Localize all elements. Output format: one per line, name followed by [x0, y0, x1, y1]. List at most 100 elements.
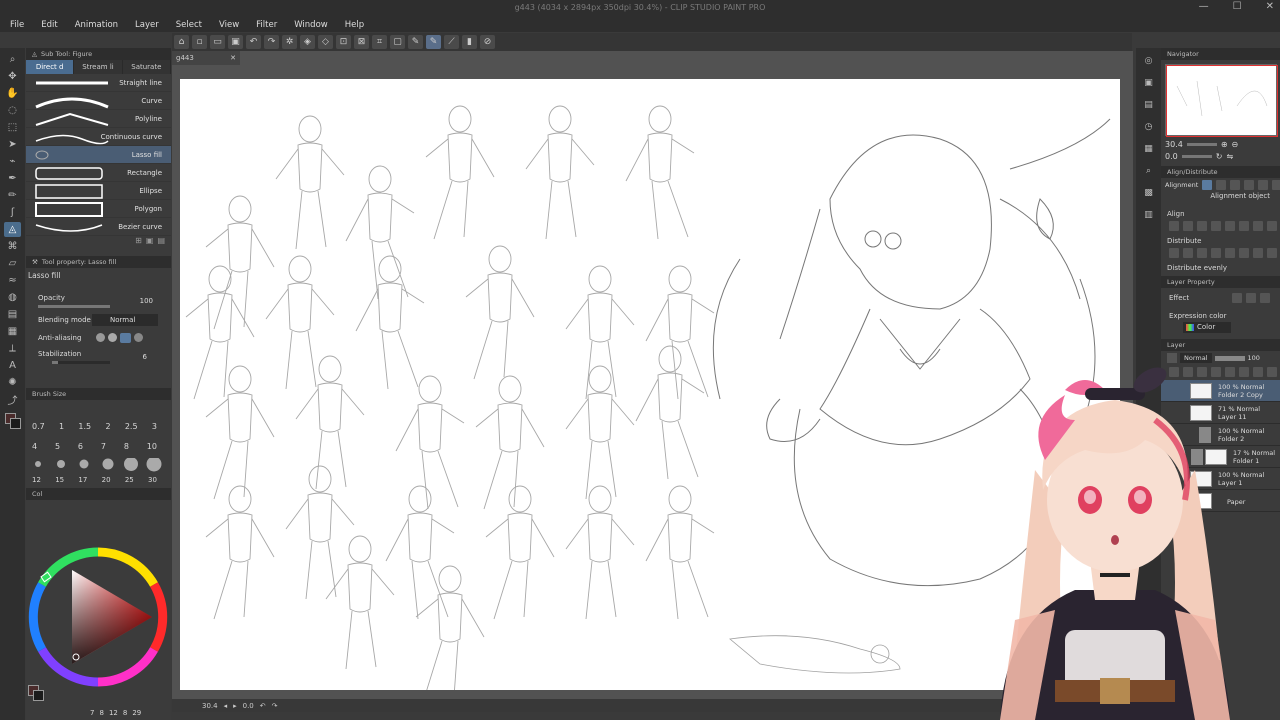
menu-help[interactable]: Help: [345, 20, 364, 30]
zoom-in-nav-icon[interactable]: ⊕: [1221, 140, 1228, 149]
close-tab-icon[interactable]: ✕: [230, 54, 236, 62]
select-all-icon[interactable]: ▢: [390, 35, 405, 49]
opacity-slider[interactable]: [38, 305, 110, 308]
menu-select[interactable]: Select: [176, 20, 202, 30]
brush-curve[interactable]: Curve: [26, 92, 171, 110]
brush-polyline[interactable]: Polyline: [26, 110, 171, 128]
maximize-icon[interactable]: ☐: [1233, 1, 1242, 12]
tab-direct-draw[interactable]: Direct d: [26, 60, 75, 74]
correct-line-icon[interactable]: ⤴: [4, 392, 21, 407]
alignment-object[interactable]: Alignment object: [1161, 192, 1280, 200]
open-file-icon[interactable]: ▭: [210, 35, 225, 49]
expression-color-select[interactable]: Color: [1183, 322, 1231, 333]
menu-layer[interactable]: Layer: [135, 20, 159, 30]
rotation-value[interactable]: 0.0: [243, 702, 254, 710]
stabilization-slider[interactable]: [52, 361, 110, 364]
brush-ellipse[interactable]: Ellipse: [26, 182, 171, 200]
snap-ruler-icon[interactable]: ✎: [426, 35, 441, 49]
rotate-left-icon[interactable]: ↶: [260, 702, 266, 710]
document-tab[interactable]: g443 ✕: [172, 51, 240, 65]
color-wheel[interactable]: [26, 540, 171, 690]
eyedropper-icon[interactable]: ⌁: [4, 154, 21, 169]
zoom-out-icon[interactable]: ◂: [224, 702, 228, 710]
zoom-value[interactable]: 30.4: [202, 702, 218, 710]
layer-search-icon[interactable]: ▩: [1141, 186, 1157, 200]
assets-icon[interactable]: ⊘: [480, 35, 495, 49]
rotate-nav-icon[interactable]: ↻: [1216, 152, 1223, 161]
text-icon[interactable]: A: [4, 358, 21, 373]
eraser-icon[interactable]: ▱: [4, 256, 21, 271]
close-icon[interactable]: ✕: [1266, 1, 1274, 12]
navigator-zoom-slider[interactable]: [1186, 142, 1217, 146]
settings-icon[interactable]: ✲: [282, 35, 297, 49]
snap-grid-icon[interactable]: ⟋: [444, 35, 459, 49]
crop-icon[interactable]: ⌗: [372, 35, 387, 49]
layer-opacity-value[interactable]: 100: [1248, 354, 1260, 362]
pen-snap-icon[interactable]: ✎: [408, 35, 423, 49]
aa-none-icon[interactable]: [96, 333, 105, 342]
save-icon[interactable]: ▣: [228, 35, 243, 49]
info-icon[interactable]: ▤: [1141, 98, 1157, 112]
fill-tool-icon[interactable]: ◍: [4, 290, 21, 305]
zoom-out-nav-icon[interactable]: ⊖: [1232, 140, 1239, 149]
zoom-in-icon[interactable]: ▸: [233, 702, 237, 710]
brush-straight-line[interactable]: Straight line: [26, 74, 171, 92]
distribute-buttons[interactable]: [1161, 248, 1280, 258]
blend-icon[interactable]: ≈: [4, 273, 21, 288]
deselect-icon[interactable]: ⊠: [354, 35, 369, 49]
drawing-canvas[interactable]: [180, 79, 1120, 690]
brush-lasso-fill[interactable]: Lasso fill: [26, 146, 171, 164]
brush-continuous-curve[interactable]: Continuous curve: [26, 128, 171, 146]
new-file-icon[interactable]: ▫: [192, 35, 207, 49]
transform-icon[interactable]: ⊡: [336, 35, 351, 49]
brush-bezier-curve[interactable]: Bezier curve: [26, 218, 171, 236]
gradient-icon[interactable]: ▤: [4, 307, 21, 322]
color-swatch-pair[interactable]: [28, 685, 44, 701]
move-icon[interactable]: ✥: [4, 69, 21, 84]
sub-view-icon[interactable]: ▣: [1141, 76, 1157, 90]
settings-subtool-icon[interactable]: ▣: [146, 236, 154, 248]
operation-icon[interactable]: ➤: [4, 137, 21, 152]
tab-saturate[interactable]: Saturate: [123, 60, 171, 74]
undo-icon[interactable]: ↶: [246, 35, 261, 49]
rotate-right-icon[interactable]: ↷: [272, 702, 278, 710]
menu-window[interactable]: Window: [294, 20, 328, 30]
brush-polygon[interactable]: Polygon: [26, 200, 171, 218]
menu-animation[interactable]: Animation: [75, 20, 118, 30]
align-buttons[interactable]: [1161, 221, 1280, 231]
search-icon[interactable]: ⌕: [1141, 164, 1157, 178]
aa-weak-icon[interactable]: [108, 333, 117, 342]
frame-icon[interactable]: ▦: [4, 324, 21, 339]
navigator-angle[interactable]: 0.0: [1165, 152, 1178, 161]
navigator-angle-slider[interactable]: [1181, 154, 1212, 158]
menu-filter[interactable]: Filter: [256, 20, 277, 30]
opacity-value[interactable]: 100: [140, 297, 153, 305]
navigator-preview[interactable]: [1165, 64, 1278, 137]
home-icon[interactable]: ⌂: [174, 35, 189, 49]
animation-icon[interactable]: ▥: [1141, 208, 1157, 222]
pen-icon[interactable]: ✒: [4, 171, 21, 186]
navigator-icon[interactable]: ◎: [1141, 54, 1157, 68]
minimize-icon[interactable]: —: [1199, 1, 1209, 12]
selection-icon[interactable]: ⬚: [4, 120, 21, 135]
brush-icon[interactable]: ʃ: [4, 205, 21, 220]
main-sub-color[interactable]: [4, 413, 21, 429]
lasso-icon[interactable]: ◌: [4, 103, 21, 118]
menu-edit[interactable]: Edit: [41, 20, 57, 30]
navigator-zoom[interactable]: 30.4: [1165, 140, 1183, 149]
hand-icon[interactable]: ✋: [4, 86, 21, 101]
pencil-icon[interactable]: ✏: [4, 188, 21, 203]
aa-strong-icon[interactable]: [134, 333, 143, 342]
figure-icon[interactable]: ◬: [4, 222, 21, 237]
brush-rectangle[interactable]: Rectangle: [26, 164, 171, 182]
ruler-icon[interactable]: ⟂: [4, 341, 21, 356]
fill-icon[interactable]: ◈: [300, 35, 315, 49]
delete-subtool-icon[interactable]: ▤: [157, 236, 165, 248]
zoom-icon[interactable]: ⌕: [4, 52, 21, 67]
airbrush-icon[interactable]: ⌘: [4, 239, 21, 254]
flip-nav-icon[interactable]: ⇋: [1226, 152, 1233, 161]
menu-view[interactable]: View: [219, 20, 239, 30]
history-icon[interactable]: ◷: [1141, 120, 1157, 134]
menu-file[interactable]: File: [10, 20, 24, 30]
blending-select[interactable]: Normal: [92, 314, 158, 326]
